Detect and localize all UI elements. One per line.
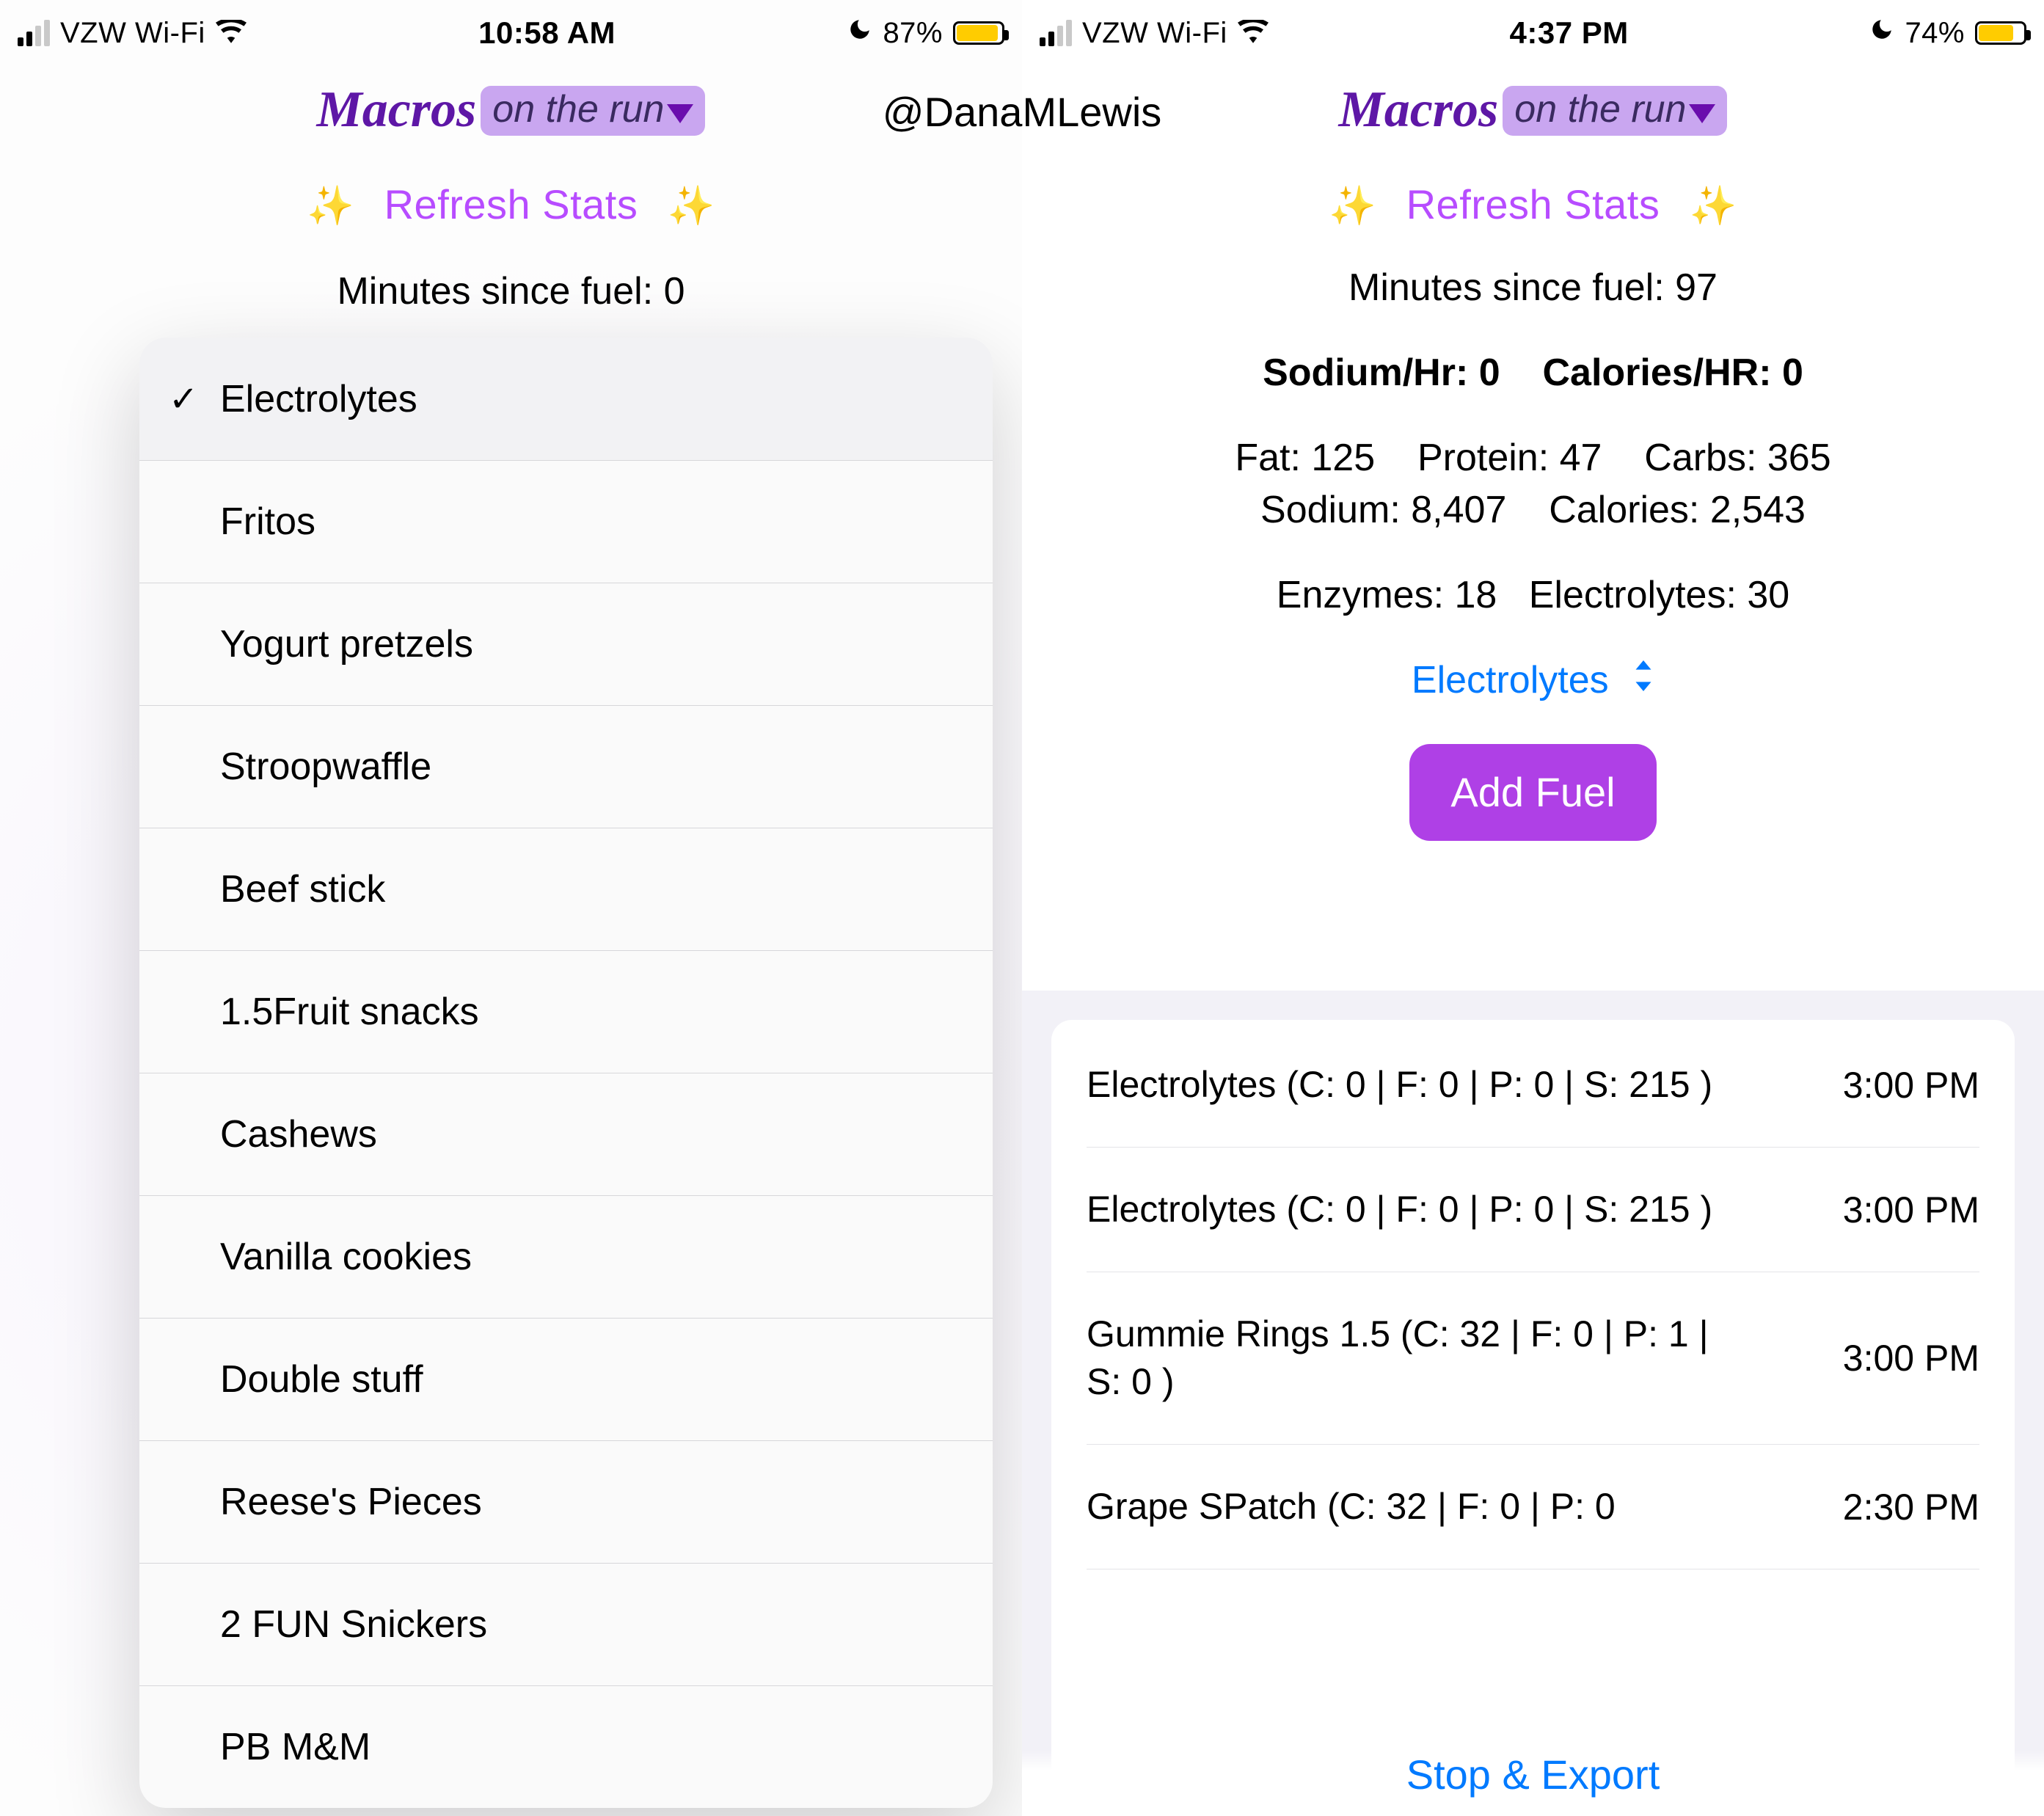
clock: 10:58 AM	[478, 15, 616, 51]
battery-percent: 74%	[1905, 17, 1965, 50]
picker-item-label: PB M&M	[220, 1725, 371, 1769]
sparkle-icon: ✨	[1329, 185, 1376, 227]
triangle-icon	[1689, 104, 1715, 123]
history-section: Electrolytes (C: 0 | F: 0 | P: 0 | S: 21…	[1022, 991, 2044, 1816]
app-title: Macroson the run	[0, 66, 1022, 139]
picker-item[interactable]: Reese's Pieces	[139, 1440, 993, 1563]
checkmark-icon: ✓	[169, 379, 198, 420]
phone-left: VZW Wi-Fi 10:58 AM 87% Macroson the run	[0, 0, 1022, 1816]
history-time: 3:00 PM	[1843, 1064, 1979, 1106]
totals-row-1: Fat: 125 Protein: 47 Carbs: 365 Sodium: …	[1022, 432, 2044, 535]
picker-item[interactable]: Cashews	[139, 1073, 993, 1195]
status-bar: VZW Wi-Fi 4:37 PM 74%	[1022, 0, 2044, 66]
sparkle-icon: ✨	[307, 185, 354, 227]
picker-item[interactable]: Stroopwaffle	[139, 705, 993, 828]
fuel-select[interactable]: Electrolytes	[1022, 654, 2044, 706]
picker-item-label: Vanilla cookies	[220, 1235, 472, 1279]
picker-item[interactable]: ✓ Electrolytes	[139, 338, 993, 460]
picker-item-label: Stroopwaffle	[220, 745, 431, 789]
stop-export-button[interactable]: Stop & Export	[1022, 1751, 2044, 1816]
picker-item-label: Reese's Pieces	[220, 1480, 482, 1524]
history-time: 2:30 PM	[1843, 1486, 1979, 1528]
brand-name: Macros	[1339, 81, 1499, 138]
picker-item[interactable]: Double stuff	[139, 1318, 993, 1440]
do-not-disturb-icon	[1869, 17, 1894, 49]
history-desc: Gummie Rings 1.5 (C: 32 | F: 0 | P: 1 | …	[1087, 1310, 1732, 1406]
twitter-handle: @DanaMLewis	[883, 0, 1162, 136]
history-row[interactable]: Electrolytes (C: 0 | F: 0 | P: 0 | S: 21…	[1087, 1148, 1979, 1272]
refresh-label: Refresh Stats	[384, 181, 638, 227]
stats-block: Minutes since fuel: 97 Sodium/Hr: 0 Calo…	[1022, 262, 2044, 841]
history-card: Electrolytes (C: 0 | F: 0 | P: 0 | S: 21…	[1051, 1020, 2015, 1787]
picker-item[interactable]: 2 FUN Snickers	[139, 1563, 993, 1685]
picker-item-label: Cashews	[220, 1112, 377, 1156]
picker-item-label: Double stuff	[220, 1357, 423, 1401]
picker-item-label: 2 FUN Snickers	[220, 1602, 487, 1647]
status-bar: VZW Wi-Fi 10:58 AM 87%	[0, 0, 1022, 66]
sparkle-icon: ✨	[667, 185, 715, 227]
brand-tag: on the run	[481, 86, 705, 136]
history-time: 3:00 PM	[1843, 1337, 1979, 1379]
signal-bars-icon	[18, 20, 50, 46]
picker-item-label: Fritos	[220, 500, 315, 544]
picker-item-label: Beef stick	[220, 867, 385, 911]
picker-item[interactable]: Beef stick	[139, 828, 993, 950]
sparkle-icon: ✨	[1689, 185, 1737, 227]
picker-item-label: Yogurt pretzels	[220, 622, 473, 666]
select-caret-icon	[1632, 653, 1654, 704]
wifi-icon	[1238, 15, 1269, 51]
totals-row-3: Enzymes: 18 Electrolytes: 30	[1022, 569, 2044, 621]
minutes-since-fuel: Minutes since fuel: 0	[0, 269, 1022, 313]
history-row[interactable]: Electrolytes (C: 0 | F: 0 | P: 0 | S: 21…	[1087, 1020, 1979, 1148]
picker-item-label: Electrolytes	[220, 377, 417, 421]
fuel-picker-sheet[interactable]: ✓ Electrolytes Fritos Yogurt pretzels Stroop…	[139, 338, 993, 1808]
battery-fill	[1979, 25, 2013, 41]
clock: 4:37 PM	[1509, 15, 1628, 51]
picker-item-label: 1.5Fruit snacks	[220, 990, 479, 1034]
minutes-since-fuel: Minutes since fuel: 97	[1022, 262, 2044, 313]
picker-item[interactable]: PB M&M	[139, 1685, 993, 1808]
wifi-icon	[216, 15, 247, 51]
do-not-disturb-icon	[847, 17, 872, 49]
history-time: 3:00 PM	[1843, 1189, 1979, 1231]
picker-item[interactable]: 1.5Fruit snacks	[139, 950, 993, 1073]
history-row[interactable]: Grape SPatch (C: 32 | F: 0 | P: 0 2:30 PM	[1087, 1445, 1979, 1569]
picker-item[interactable]: Vanilla cookies	[139, 1195, 993, 1318]
triangle-icon	[667, 104, 693, 123]
refresh-stats-button[interactable]: ✨ Refresh Stats ✨	[0, 180, 1022, 228]
picker-item[interactable]: Yogurt pretzels	[139, 583, 993, 705]
battery-icon	[1975, 21, 2026, 45]
history-row[interactable]: Gummie Rings 1.5 (C: 32 | F: 0 | P: 1 | …	[1087, 1272, 1979, 1445]
brand-name: Macros	[317, 81, 477, 138]
per-hour-row: Sodium/Hr: 0 Calories/HR: 0	[1022, 347, 2044, 398]
refresh-stats-button[interactable]: ✨ Refresh Stats ✨	[1022, 180, 2044, 228]
carrier-label: VZW Wi-Fi	[60, 17, 205, 50]
app-title: Macroson the run	[1022, 66, 2044, 139]
add-fuel-button[interactable]: Add Fuel	[1409, 744, 1656, 841]
history-desc: Electrolytes (C: 0 | F: 0 | P: 0 | S: 21…	[1087, 1186, 1712, 1233]
brand-tag: on the run	[1503, 86, 1727, 136]
phone-right: VZW Wi-Fi 4:37 PM 74% Macroson the run ✨	[1022, 0, 2044, 1816]
picker-item[interactable]: Fritos	[139, 460, 993, 583]
history-desc: Grape SPatch (C: 32 | F: 0 | P: 0	[1087, 1483, 1616, 1531]
fuel-select-value: Electrolytes	[1412, 659, 1609, 701]
history-desc: Electrolytes (C: 0 | F: 0 | P: 0 | S: 21…	[1087, 1061, 1712, 1109]
refresh-label: Refresh Stats	[1406, 181, 1660, 227]
